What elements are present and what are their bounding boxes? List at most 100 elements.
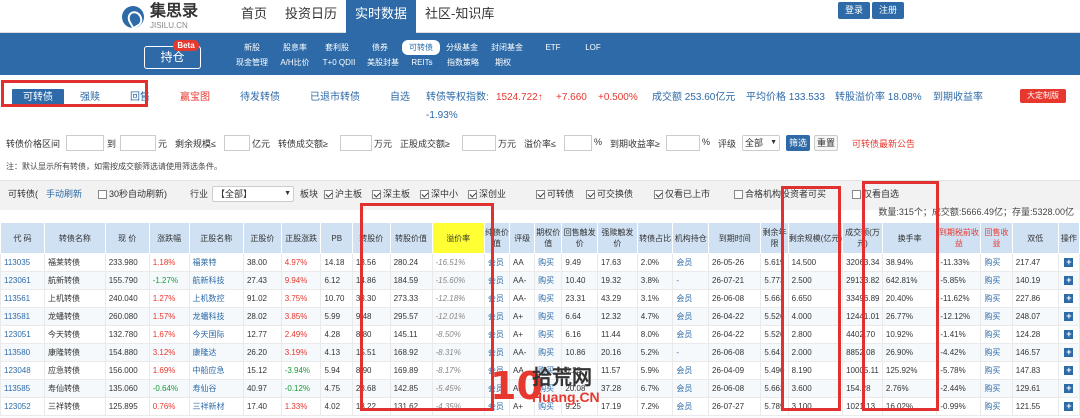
table-cell[interactable]: 三祥新材 (188, 397, 244, 416)
plate-cy[interactable]: 深创业 (468, 187, 506, 200)
sub-link-options[interactable]: 期权 (486, 55, 520, 70)
column-header[interactable]: 强赎触发价 (597, 222, 638, 254)
sub-link-dividend[interactable]: 股息率 (274, 40, 316, 55)
add-icon[interactable]: + (1064, 402, 1074, 411)
add-icon[interactable]: + (1064, 258, 1074, 267)
sub-link-closed-fund[interactable]: 封闭基金 (484, 40, 530, 55)
table-cell[interactable]: 会员 (483, 289, 511, 308)
add-icon[interactable]: + (1064, 294, 1074, 303)
table-cell[interactable]: 购买 (534, 307, 563, 326)
column-header[interactable]: 换手率 (881, 222, 938, 254)
mine-checkbox[interactable] (852, 190, 861, 200)
table-cell[interactable]: 113581 (0, 307, 45, 326)
table-cell[interactable]: 今天国际 (188, 325, 244, 344)
column-header[interactable]: 机构持仓 (672, 222, 710, 254)
sub-link-us-closed[interactable]: 美股封基 (362, 55, 404, 70)
notice-link[interactable]: 可转债最新公告 (852, 137, 915, 150)
add-icon[interactable]: + (1064, 330, 1074, 339)
table-cell[interactable]: 寿仙谷 (188, 379, 244, 398)
table-cell[interactable]: 购买 (980, 343, 1013, 362)
add-icon[interactable]: + (1064, 348, 1074, 357)
column-header[interactable]: 到期时间 (708, 222, 762, 254)
table-cell[interactable]: 123052 (0, 397, 45, 416)
table-cell[interactable]: 购买 (980, 325, 1013, 344)
table-cell[interactable]: 康隆达 (188, 343, 244, 362)
table-cell[interactable]: 购买 (980, 253, 1013, 272)
tab-convertible[interactable]: 可转债 (12, 89, 64, 107)
zx-checkbox[interactable] (420, 190, 429, 200)
column-header[interactable]: 期权价值 (534, 222, 563, 254)
table-cell[interactable]: 123048 (0, 361, 45, 380)
table-cell[interactable]: 会员 (483, 307, 511, 326)
table-cell[interactable]: 113035 (0, 253, 45, 272)
sub-link-convertible[interactable]: 可转债 (402, 40, 440, 55)
table-cell[interactable]: 会员 (672, 289, 710, 308)
cy-checkbox[interactable] (468, 190, 477, 200)
column-header[interactable]: 操作 (1057, 222, 1080, 254)
table-row[interactable]: 113035 福莱转债 233.980 1.18% 福莱特 38.00 4.97% 14.18… (0, 253, 1080, 272)
sub-link-arbitrage[interactable]: 套利股 (316, 40, 358, 55)
register-button[interactable]: 注册 (872, 2, 904, 19)
logo[interactable]: 集思录 JISILU.CN (122, 2, 198, 32)
login-button[interactable]: 登录 (838, 2, 870, 19)
column-header[interactable]: 剩余规模(亿元) (787, 222, 844, 254)
table-cell[interactable]: 会员 (483, 325, 511, 344)
auto-refresh-toggle[interactable]: 30秒自动刷新) (98, 187, 167, 200)
tab-pending[interactable]: 待发转债 (240, 89, 280, 107)
column-header[interactable]: 转债占比 (636, 222, 674, 254)
ytm-input[interactable] (666, 135, 700, 151)
column-header[interactable]: 回售触发价 (561, 222, 598, 254)
table-cell[interactable]: 会员 (483, 271, 511, 290)
table-cell[interactable]: 会员 (483, 343, 511, 362)
premium-input[interactable] (564, 135, 592, 151)
tab-forced-redeem[interactable]: 强赎 (80, 89, 100, 107)
qualified-checkbox[interactable] (734, 190, 743, 200)
column-header[interactable]: 回售收益 (980, 222, 1013, 254)
price-max-input[interactable] (120, 135, 156, 151)
add-icon[interactable]: + (1064, 276, 1074, 285)
add-icon[interactable]: + (1064, 312, 1074, 321)
sz-checkbox[interactable] (372, 190, 381, 200)
nav-calendar[interactable]: 投资日历 (276, 0, 346, 33)
table-cell[interactable]: 购买 (980, 271, 1013, 290)
table-cell[interactable]: 中船应急 (188, 361, 244, 380)
table-cell[interactable]: 购买 (534, 343, 563, 362)
column-header[interactable]: PB (320, 222, 353, 254)
stock-turnover-input[interactable] (462, 135, 496, 151)
remain-input[interactable] (224, 135, 250, 151)
column-header[interactable]: 评级 (509, 222, 536, 254)
add-icon[interactable]: + (1064, 366, 1074, 375)
table-cell[interactable]: 购买 (534, 289, 563, 308)
table-cell[interactable]: 会员 (672, 307, 710, 326)
type-kzz[interactable]: 可转债 (536, 187, 574, 200)
rating-select[interactable]: 全部 ▼ (742, 135, 780, 151)
table-row[interactable]: 113580 康隆转债 154.880 3.12% 康隆达 26.20 3.19% 4.13 1… (0, 343, 1080, 362)
table-cell[interactable]: 113580 (0, 343, 45, 362)
table-cell[interactable]: 航新科技 (188, 271, 244, 290)
type-kjh[interactable]: 可交换债 (586, 187, 633, 200)
column-header[interactable]: 转股价 (351, 222, 391, 254)
reset-button[interactable]: 重置 (814, 135, 838, 151)
plate-sz[interactable]: 深主板 (372, 187, 410, 200)
listed-checkbox[interactable] (654, 190, 663, 200)
table-cell[interactable]: 会员 (672, 325, 710, 344)
table-cell[interactable]: 上机数控 (188, 289, 244, 308)
table-cell[interactable]: 购买 (980, 361, 1013, 380)
column-header[interactable]: 转股价值 (389, 222, 433, 254)
plate-sh[interactable]: 沪主板 (324, 187, 362, 200)
tab-watchlist[interactable]: 自选 (390, 89, 410, 107)
turnover-input[interactable] (340, 135, 372, 151)
table-cell[interactable]: - (672, 343, 710, 362)
sub-link-reits[interactable]: REITs (404, 55, 440, 70)
add-icon[interactable]: + (1064, 384, 1074, 393)
column-header[interactable]: 现 价 (104, 222, 150, 254)
table-cell[interactable]: 会员 (672, 379, 710, 398)
tab-winmap[interactable]: 赢宝图 (180, 89, 210, 107)
nav-community[interactable]: 社区-知识库 (416, 0, 503, 33)
filter-button[interactable]: 筛选 (786, 135, 810, 151)
mine-only[interactable]: 仅看自选 (852, 187, 899, 200)
sub-link-index-strategy[interactable]: 指数策略 (440, 55, 486, 70)
table-cell[interactable]: 购买 (980, 289, 1013, 308)
sub-link-ipo[interactable]: 新股 (230, 40, 274, 55)
table-cell[interactable]: 龙蟠科技 (188, 307, 244, 326)
